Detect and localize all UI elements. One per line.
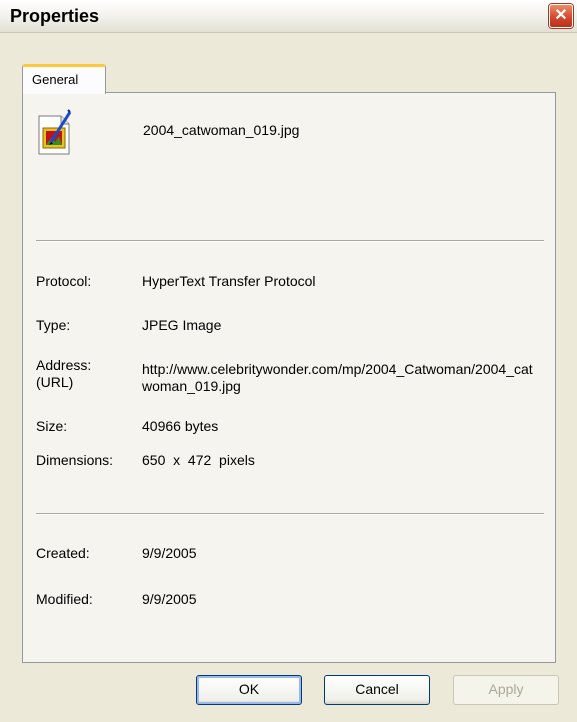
close-button[interactable]: ✕	[549, 4, 573, 28]
type-value: JPEG Image	[142, 317, 222, 333]
jpeg-image-file-icon	[38, 109, 71, 155]
separator-top	[36, 240, 544, 242]
properties-dialog: Properties ✕ General 2004_catwoman_019.j…	[0, 0, 577, 722]
dimensions-label: Dimensions:	[36, 452, 114, 468]
ok-button[interactable]: OK	[196, 675, 302, 705]
size-label: Size:	[36, 418, 68, 434]
tab-general[interactable]: General	[22, 64, 106, 94]
window-title: Properties	[10, 6, 100, 26]
type-label: Type:	[36, 317, 71, 333]
tab-general-label: General	[32, 72, 79, 87]
address-label: Address: (URL)	[36, 357, 92, 390]
title-bar[interactable]: Properties ✕	[0, 0, 577, 33]
modified-label: Modified:	[36, 591, 93, 607]
created-value: 9/9/2005	[142, 545, 197, 561]
cancel-button[interactable]: Cancel	[324, 675, 430, 705]
created-label: Created:	[36, 545, 90, 561]
protocol-value: HyperText Transfer Protocol	[142, 273, 316, 289]
protocol-label: Protocol:	[36, 273, 92, 289]
close-icon: ✕	[554, 7, 568, 24]
address-value: http://www.celebritywonder.com/mp/2004_C…	[142, 361, 533, 394]
modified-value: 9/9/2005	[142, 591, 197, 607]
file-name: 2004_catwoman_019.jpg	[143, 122, 300, 138]
apply-button[interactable]: Apply	[453, 675, 559, 705]
size-value: 40966 bytes	[142, 418, 219, 434]
separator-bottom	[36, 513, 544, 515]
dimensions-value: 650 x 472 pixels	[142, 452, 255, 468]
